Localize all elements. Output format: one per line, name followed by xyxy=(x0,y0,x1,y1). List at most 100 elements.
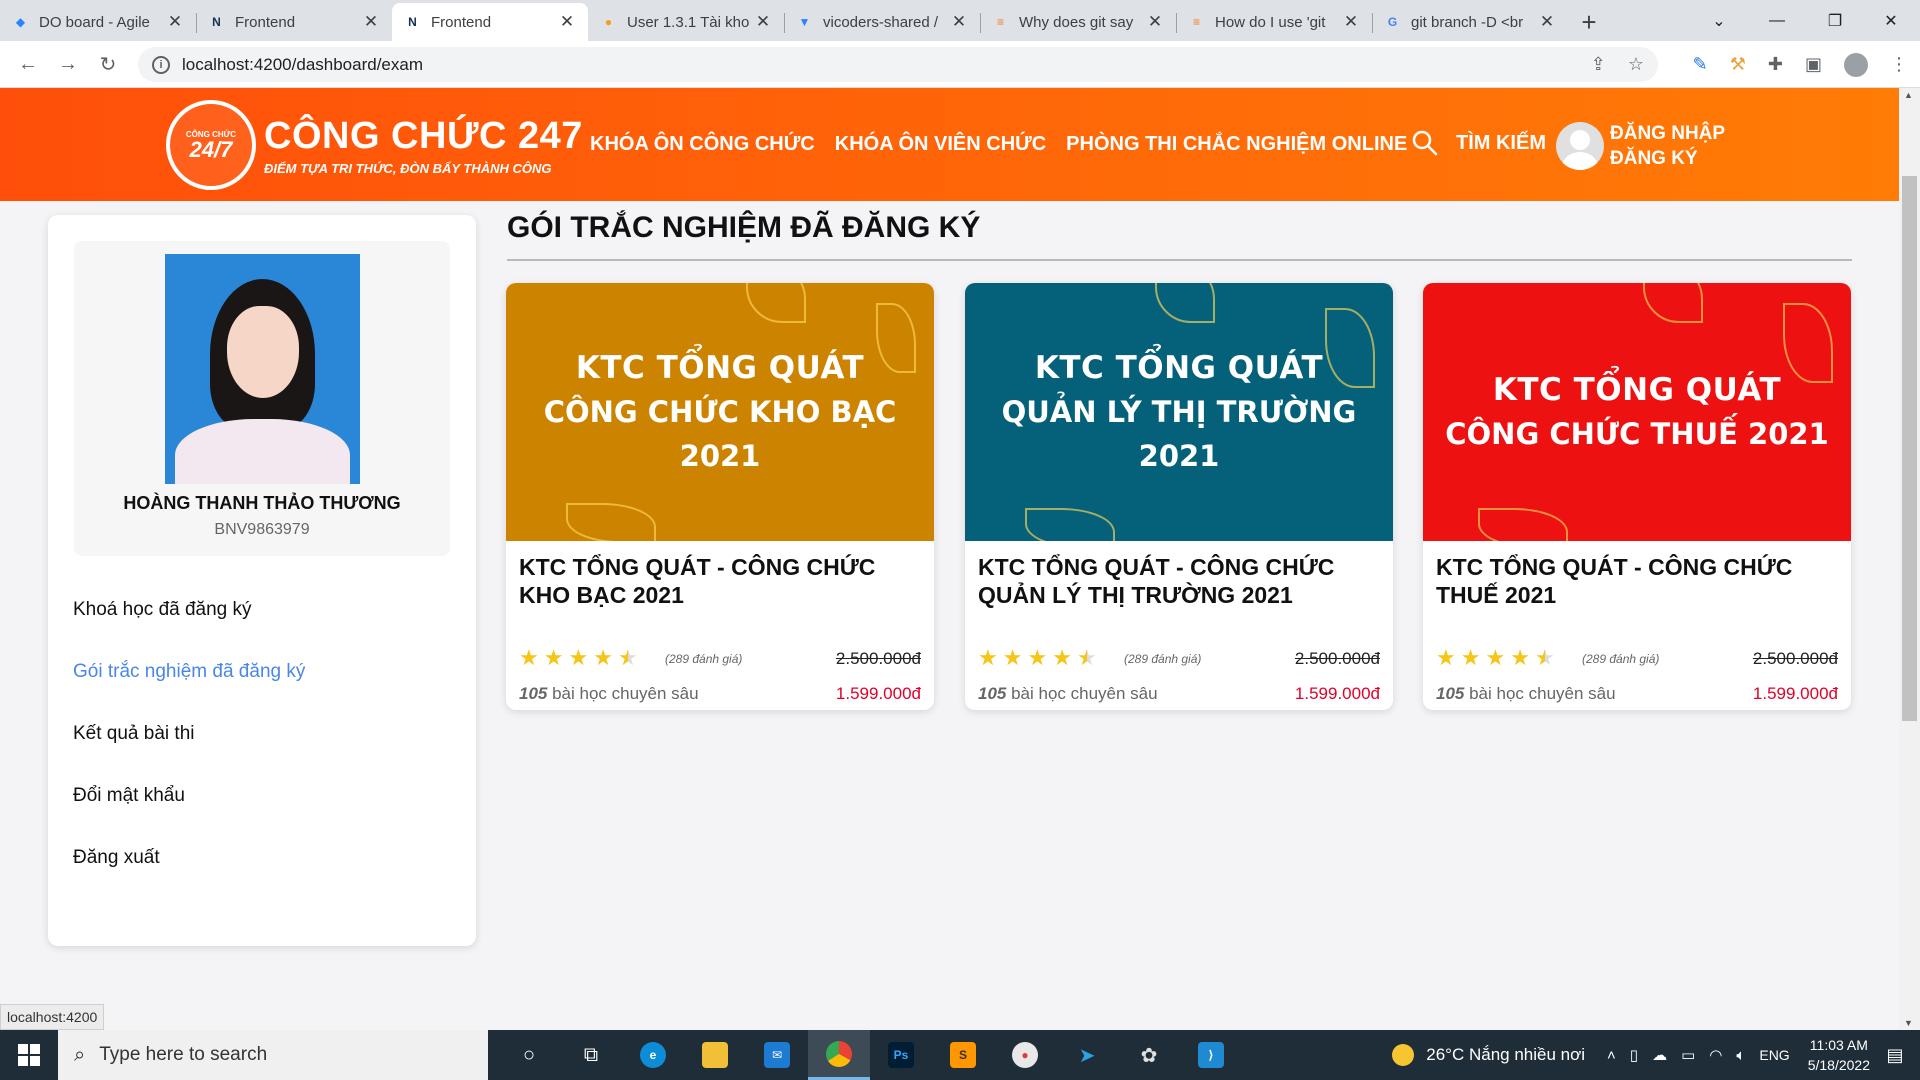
edge-icon[interactable]: e xyxy=(622,1030,684,1080)
browser-tab[interactable]: ▼ vicoders-shared / ✕ xyxy=(784,3,980,41)
profile-photo xyxy=(165,254,360,484)
taskbar-search-box[interactable]: ⌕ Type here to search xyxy=(58,1030,488,1080)
browser-tab[interactable]: G git branch -D <br ✕ xyxy=(1372,3,1568,41)
onedrive-cloud-icon[interactable]: ☁ xyxy=(1652,1046,1667,1064)
extensions-puzzle-icon[interactable]: ✚ xyxy=(1768,54,1783,75)
chevron-up-icon[interactable]: ˄ xyxy=(1607,1047,1616,1064)
url-text[interactable]: localhost:4200/dashboard/exam xyxy=(182,55,423,75)
page-content: HOÀNG THANH THẢO THƯƠNG BNV9863979 Khoá … xyxy=(0,201,1899,996)
side-item-change-password[interactable]: Đổi mật khẩu xyxy=(73,785,305,847)
card-title[interactable]: KTC TỔNG QUÁT - CÔNG CHỨC KHO BẠC 2021 xyxy=(519,553,919,609)
lesson-count: 105 bài học chuyên sâu xyxy=(1436,684,1616,704)
search-icon[interactable] xyxy=(1410,128,1440,158)
telegram-icon[interactable]: ➤ xyxy=(1056,1030,1118,1080)
restore-button[interactable]: ❐ xyxy=(1806,0,1864,41)
browser-tab[interactable]: ◆ DO board - Agile ✕ xyxy=(0,3,196,41)
chat-icon[interactable]: ● xyxy=(994,1030,1056,1080)
search-label[interactable]: TÌM KIẾM xyxy=(1456,132,1546,155)
side-item-registered-exam-packages[interactable]: Gói trắc nghiệm đã đăng ký xyxy=(73,661,305,723)
close-icon[interactable]: ✕ xyxy=(558,12,576,32)
vscode-icon[interactable]: ⟩ xyxy=(1180,1030,1242,1080)
paint-icon[interactable]: ✿ xyxy=(1118,1030,1180,1080)
minimize-button[interactable]: — xyxy=(1748,0,1806,41)
browser-tab[interactable]: ≡ Why does git say ✕ xyxy=(980,3,1176,41)
close-icon[interactable]: ✕ xyxy=(950,12,968,32)
nav-khoa-on-cong-chuc[interactable]: KHÓA ÔN CÔNG CHỨC xyxy=(590,133,815,156)
cortana-icon[interactable]: ○ xyxy=(498,1030,560,1080)
banner-line-2: CÔNG CHỨC KHO BẠC 2021 xyxy=(543,395,897,473)
side-item-registered-courses[interactable]: Khoá học đã đăng ký xyxy=(73,599,305,661)
hammer-extension-icon[interactable]: ⚒ xyxy=(1730,54,1746,75)
nav-phong-thi-online[interactable]: PHÒNG THI CHẮC NGHIỆM ONLINE xyxy=(1066,133,1407,156)
close-icon[interactable]: ✕ xyxy=(1342,12,1360,32)
browser-tab[interactable]: N Frontend ✕ xyxy=(196,3,392,41)
banner-line-1: KTC TỔNG QUÁT xyxy=(1492,372,1782,408)
mail-icon[interactable]: ✉ xyxy=(746,1030,808,1080)
user-avatar-icon[interactable] xyxy=(1556,122,1604,170)
weather-sun-icon[interactable] xyxy=(1392,1044,1415,1066)
close-icon[interactable]: ✕ xyxy=(754,12,772,32)
page-scrollbar[interactable]: ▲ ▼ xyxy=(1899,88,1920,1030)
language-indicator[interactable]: ENG xyxy=(1759,1047,1789,1063)
close-window-button[interactable]: ✕ xyxy=(1862,0,1920,41)
register-link[interactable]: ĐĂNG KÝ xyxy=(1610,146,1725,171)
lesson-text: bài học chuyên sâu xyxy=(547,684,699,703)
browser-tab-active[interactable]: N Frontend ✕ xyxy=(392,3,588,41)
close-icon[interactable]: ✕ xyxy=(1146,12,1164,32)
side-item-exam-results[interactable]: Kết quả bài thi xyxy=(73,723,305,785)
bookmark-star-icon[interactable]: ☆ xyxy=(1628,54,1644,75)
close-icon[interactable]: ✕ xyxy=(362,12,380,32)
side-panel-icon[interactable]: ▣ xyxy=(1805,54,1822,75)
tab-title: How do I use 'git xyxy=(1215,13,1326,31)
close-icon[interactable]: ✕ xyxy=(1538,12,1556,32)
stackoverflow-icon: ≡ xyxy=(1192,15,1200,29)
device-icon[interactable]: ▯ xyxy=(1630,1046,1638,1064)
system-tray: 26°C Nắng nhiều nơi ˄ ▯ ☁ ▭ ◠ 🔈︎ ENG 11:… xyxy=(1392,1030,1920,1080)
star-rating: ★ ★ ★ ★ ★ xyxy=(1436,645,1555,671)
tab-title: vicoders-shared / xyxy=(823,13,939,31)
browser-tab[interactable]: ● User 1.3.1 Tài kho ✕ xyxy=(588,3,784,41)
info-icon[interactable]: i xyxy=(152,55,170,74)
chrome-icon[interactable] xyxy=(808,1030,870,1080)
address-bar[interactable]: i localhost:4200/dashboard/exam ⇪ ☆ xyxy=(138,47,1658,82)
battery-icon[interactable]: ▭ xyxy=(1681,1046,1695,1064)
profile-avatar-icon[interactable] xyxy=(1844,52,1868,77)
weather-text[interactable]: 26°C Nắng nhiều nơi xyxy=(1426,1045,1585,1065)
scrollbar-thumb[interactable] xyxy=(1902,176,1917,721)
photoshop-icon[interactable]: Ps xyxy=(870,1030,932,1080)
menu-dots-icon[interactable]: ⋮ xyxy=(1890,54,1908,75)
app-icon: ● xyxy=(604,15,613,29)
card-title[interactable]: KTC TỔNG QUÁT - CÔNG CHỨC QUẢN LÝ THỊ TR… xyxy=(978,553,1378,609)
card-title[interactable]: KTC TỔNG QUÁT - CÔNG CHỨC THUẾ 2021 xyxy=(1436,553,1836,609)
task-view-icon[interactable]: ⧉ xyxy=(560,1030,622,1080)
wifi-icon[interactable]: ◠ xyxy=(1709,1046,1722,1064)
windows-start-icon[interactable] xyxy=(0,1030,58,1080)
exam-package-card[interactable]: KTC TỔNG QUÁT CÔNG CHỨC THUẾ 2021 KTC TỔ… xyxy=(1423,283,1851,710)
notification-icon[interactable]: ▤ xyxy=(1870,1045,1920,1066)
logo-slogan: ĐIỂM TỰA TRI THỨC, ĐÒN BẨY THÀNH CÔNG xyxy=(264,160,552,176)
pen-extension-icon[interactable]: ✎ xyxy=(1693,54,1708,75)
nav-khoa-on-vien-chuc[interactable]: KHÓA ÔN VIÊN CHỨC xyxy=(835,133,1046,156)
side-item-logout[interactable]: Đăng xuất xyxy=(73,847,305,909)
new-tab-button[interactable]: + xyxy=(1568,3,1610,41)
forward-arrow-icon[interactable]: → xyxy=(48,44,88,84)
scroll-up-arrow-icon[interactable]: ▲ xyxy=(1904,90,1913,100)
clock-date: 5/18/2022 xyxy=(1807,1057,1870,1073)
reload-icon[interactable]: ↻ xyxy=(88,44,128,84)
title-divider xyxy=(507,259,1852,261)
tab-search-chevron-icon[interactable]: ⌄ xyxy=(1690,0,1748,41)
login-link[interactable]: ĐĂNG NHẬP xyxy=(1610,121,1725,146)
volume-icon[interactable]: 🔈︎ xyxy=(1736,1047,1745,1064)
sublime-text-icon[interactable]: S xyxy=(932,1030,994,1080)
close-icon[interactable]: ✕ xyxy=(166,12,184,32)
exam-package-card[interactable]: KTC TỔNG QUÁT QUẢN LÝ THỊ TRƯỜNG 2021 KT… xyxy=(965,283,1393,710)
browser-tab[interactable]: ≡ How do I use 'git ✕ xyxy=(1176,3,1372,41)
logo-badge-text: 24/7 xyxy=(189,136,233,162)
share-icon[interactable]: ⇪ xyxy=(1591,54,1606,75)
clock[interactable]: 11:03 AM 5/18/2022 xyxy=(1808,1035,1870,1075)
site-logo[interactable]: CÔNG CHỨC 24/7 CÔNG CHỨC 247 ĐIỂM TỰA TR… xyxy=(166,100,583,190)
scroll-down-arrow-icon[interactable]: ▼ xyxy=(1904,1018,1913,1028)
file-explorer-icon[interactable] xyxy=(684,1030,746,1080)
exam-package-card[interactable]: KTC TỔNG QUÁT CÔNG CHỨC KHO BẠC 2021 KTC… xyxy=(506,283,934,710)
back-arrow-icon[interactable]: ← xyxy=(8,44,48,84)
